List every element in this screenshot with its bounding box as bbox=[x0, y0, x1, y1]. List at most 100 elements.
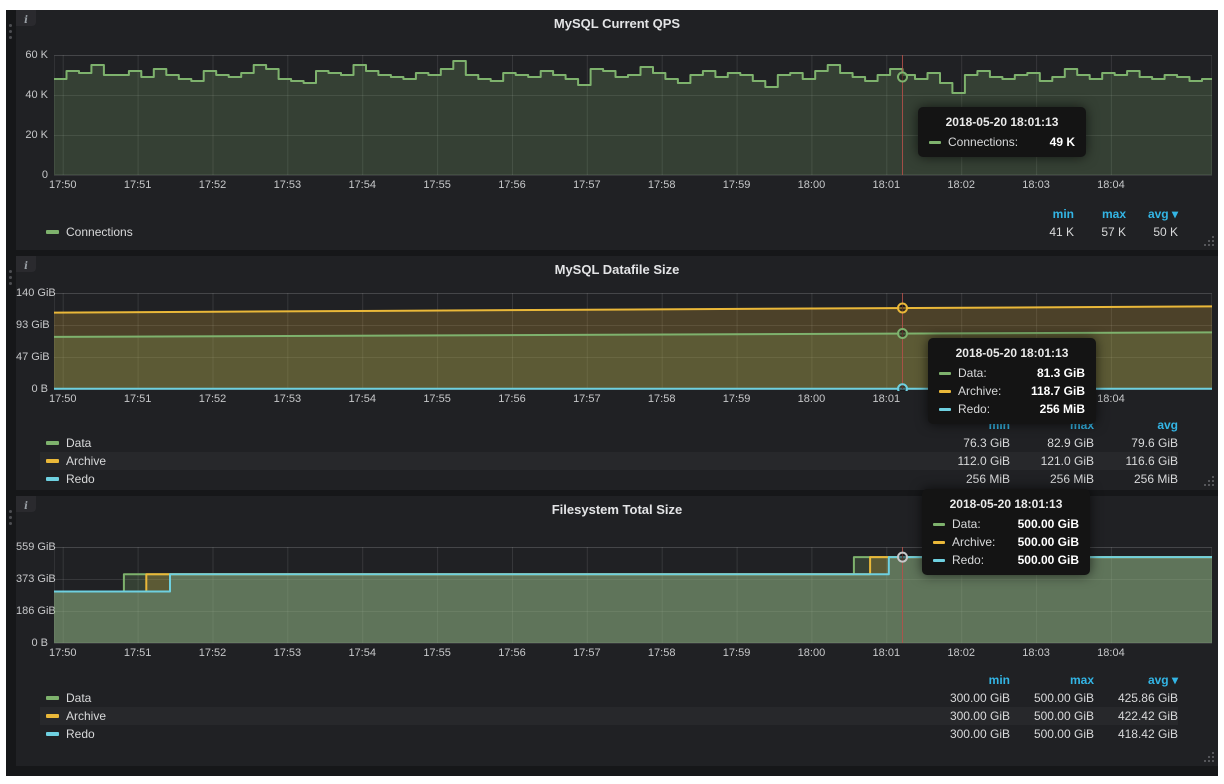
y-tick-label: 186 GiB bbox=[16, 605, 48, 617]
legend-max-value: 57 K bbox=[1074, 225, 1126, 239]
legend-header-row: minmaxavg ▾ bbox=[40, 671, 1178, 689]
legend-series-row: Archive112.0 GiB121.0 GiB116.6 GiB bbox=[40, 452, 1178, 470]
legend-avg-value: 422.42 GiB bbox=[1094, 709, 1178, 723]
x-tick-label: 18:00 bbox=[787, 393, 835, 405]
legend-header-row: minmaxavg ▾ bbox=[40, 205, 1178, 223]
panel-info-corner[interactable]: i bbox=[16, 496, 36, 512]
panel-resize-handle[interactable] bbox=[1204, 236, 1206, 238]
legend-series-name[interactable]: Connections bbox=[66, 225, 133, 239]
x-tick-label: 17:53 bbox=[263, 179, 311, 191]
drag-dots-icon bbox=[9, 270, 12, 273]
x-tick-label: 17:51 bbox=[114, 647, 162, 659]
series-color-dash-icon bbox=[939, 390, 951, 393]
x-tick-label: 17:50 bbox=[39, 179, 87, 191]
legend: minmaxavg ▾Connections41 K57 K50 K bbox=[40, 205, 1178, 241]
legend-header-min[interactable]: min bbox=[1022, 207, 1074, 221]
tooltip-series-label: Archive: bbox=[958, 384, 1001, 398]
x-tick-label: 17:51 bbox=[114, 393, 162, 405]
tooltip-series-label: Redo: bbox=[958, 402, 990, 416]
panel-title[interactable]: MySQL Datafile Size bbox=[16, 256, 1218, 282]
x-tick-label: 18:00 bbox=[787, 647, 835, 659]
legend-series-name[interactable]: Archive bbox=[66, 709, 106, 723]
panel-resize-handle[interactable] bbox=[1204, 476, 1206, 478]
tooltip-series-label: Archive: bbox=[952, 535, 995, 549]
tooltip-series-row: Connections:49 K bbox=[929, 135, 1075, 149]
x-tick-label: 17:59 bbox=[713, 647, 761, 659]
tooltip-series-label: Data: bbox=[958, 366, 987, 380]
legend-header-min[interactable]: min bbox=[926, 673, 1010, 687]
x-tick-label: 17:54 bbox=[338, 393, 386, 405]
legend-avg-value: 418.42 GiB bbox=[1094, 727, 1178, 741]
legend-min-value: 256 MiB bbox=[926, 472, 1010, 486]
x-tick-label: 17:56 bbox=[488, 393, 536, 405]
series-color-dash-icon bbox=[46, 459, 59, 463]
series-color-dash-icon bbox=[46, 696, 59, 700]
tooltip-series-value: 81.3 GiB bbox=[1037, 366, 1085, 380]
tooltip-series-label: Data: bbox=[952, 517, 981, 531]
tooltip-series-value: 500.00 GiB bbox=[1018, 535, 1079, 549]
series-color-dash-icon bbox=[939, 408, 951, 411]
info-icon: i bbox=[24, 501, 28, 512]
x-tick-label: 17:57 bbox=[563, 393, 611, 405]
y-tick-label: 40 K bbox=[16, 89, 48, 101]
y-tick-label: 559 GiB bbox=[16, 541, 48, 553]
legend-avg-value: 79.6 GiB bbox=[1094, 436, 1178, 450]
x-tick-label: 18:03 bbox=[1012, 179, 1060, 191]
x-tick-label: 17:58 bbox=[638, 647, 686, 659]
legend-series-name[interactable]: Archive bbox=[66, 454, 106, 468]
tooltip-timestamp: 2018-05-20 18:01:13 bbox=[933, 497, 1079, 511]
x-tick-label: 17:56 bbox=[488, 179, 536, 191]
legend-series-row: Connections41 K57 K50 K bbox=[40, 223, 1178, 241]
legend-series-name[interactable]: Data bbox=[66, 436, 91, 450]
legend: minmaxavgData76.3 GiB82.9 GiB79.6 GiBArc… bbox=[40, 416, 1178, 488]
tooltip-timestamp: 2018-05-20 18:01:13 bbox=[929, 115, 1075, 129]
x-tick-label: 18:04 bbox=[1087, 179, 1135, 191]
legend-series-row: Archive300.00 GiB500.00 GiB422.42 GiB bbox=[40, 707, 1178, 725]
info-icon: i bbox=[24, 261, 28, 272]
graph-tooltip-qps: 2018-05-20 18:01:13 Connections:49 K bbox=[918, 107, 1086, 157]
legend-series-row: Redo300.00 GiB500.00 GiB418.42 GiB bbox=[40, 725, 1178, 743]
panel-drag-handle[interactable] bbox=[6, 256, 16, 490]
legend-max-value: 82.9 GiB bbox=[1010, 436, 1094, 450]
tooltip-series-row: Data: 81.3 GiB bbox=[939, 366, 1085, 380]
legend-header-avg[interactable]: avg ▾ bbox=[1126, 207, 1178, 221]
series-color-dash-icon bbox=[46, 230, 59, 234]
panel-resize-handle[interactable] bbox=[1204, 752, 1206, 754]
panel-drag-handle[interactable] bbox=[6, 10, 16, 250]
info-icon: i bbox=[24, 15, 28, 26]
legend-min-value: 112.0 GiB bbox=[926, 454, 1010, 468]
legend-min-value: 300.00 GiB bbox=[926, 709, 1010, 723]
x-tick-label: 17:57 bbox=[563, 647, 611, 659]
y-tick-label: 373 GiB bbox=[16, 573, 48, 585]
panel-title[interactable]: MySQL Current QPS bbox=[16, 10, 1218, 36]
x-tick-label: 18:02 bbox=[937, 179, 985, 191]
legend-header-avg[interactable]: avg bbox=[1094, 418, 1178, 432]
drag-dots-icon bbox=[9, 510, 12, 513]
legend-series-row: Redo256 MiB256 MiB256 MiB bbox=[40, 470, 1178, 488]
tooltip-series-value: 118.7 GiB bbox=[1031, 384, 1085, 398]
legend-min-value: 76.3 GiB bbox=[926, 436, 1010, 450]
legend-max-value: 500.00 GiB bbox=[1010, 727, 1094, 741]
panel-info-corner[interactable]: i bbox=[16, 256, 36, 272]
legend-avg-value: 256 MiB bbox=[1094, 472, 1178, 486]
tooltip-series-value: 256 MiB bbox=[1040, 402, 1085, 416]
legend-series-name[interactable]: Redo bbox=[66, 472, 95, 486]
x-tick-label: 17:55 bbox=[413, 647, 461, 659]
series-color-dash-icon bbox=[46, 732, 59, 736]
panel-drag-handle[interactable] bbox=[6, 496, 16, 766]
legend-header-max[interactable]: max bbox=[1010, 673, 1094, 687]
x-tick-label: 17:53 bbox=[263, 647, 311, 659]
tooltip-series-row: Archive: 118.7 GiB bbox=[939, 384, 1085, 398]
series-color-dash-icon bbox=[933, 523, 945, 526]
x-tick-label: 17:52 bbox=[188, 179, 236, 191]
legend-header-max[interactable]: max bbox=[1074, 207, 1126, 221]
legend-max-value: 121.0 GiB bbox=[1010, 454, 1094, 468]
legend-series-row: Data 76.3 GiB82.9 GiB79.6 GiB bbox=[40, 434, 1178, 452]
tooltip-series-label: Connections: bbox=[948, 135, 1018, 149]
legend-series-name[interactable]: Data bbox=[66, 691, 91, 705]
x-tick-label: 17:50 bbox=[39, 647, 87, 659]
legend-header-avg[interactable]: avg ▾ bbox=[1094, 673, 1178, 687]
drag-dots-icon bbox=[9, 24, 12, 27]
legend-series-name[interactable]: Redo bbox=[66, 727, 95, 741]
panel-info-corner[interactable]: i bbox=[16, 10, 36, 26]
